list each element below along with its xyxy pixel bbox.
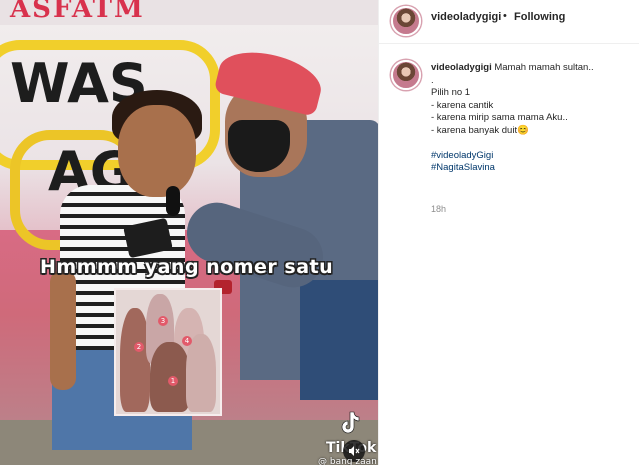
video-caption: Hmmmm yang nomer satu: [40, 256, 334, 278]
caption-line: - karena mirip sama mama Aku..: [431, 112, 568, 123]
post-timestamp[interactable]: 18h: [431, 204, 446, 214]
caption-first-line: videoladygigi Mamah mamah sultan..: [431, 62, 631, 75]
person-figure: [186, 334, 216, 412]
girl-face: [118, 105, 196, 197]
caption-username[interactable]: videoladygigi: [431, 62, 492, 73]
thumbnail-number: 2: [134, 342, 144, 352]
graffiti-top: ASFATM: [10, 0, 145, 24]
post-header: videoladygigi • Following: [379, 0, 639, 44]
following-button[interactable]: Following: [514, 11, 565, 23]
hashtag-link[interactable]: #videoladyGigi: [431, 150, 631, 163]
caption-line: - karena cantik: [431, 99, 494, 111]
girl-arm: [50, 270, 76, 390]
header-avatar[interactable]: [391, 6, 421, 36]
microphone: [166, 186, 180, 216]
thumbnail-number: 4: [182, 336, 192, 346]
caption-line: Pilih no 1: [431, 87, 471, 98]
speaker-muted-icon: [349, 446, 360, 456]
caption-line: - karena banyak duit😊: [431, 124, 529, 136]
photo-thumbnail: 1 2 3 4: [114, 288, 222, 416]
hashtag-link[interactable]: #NagitaSlavina: [431, 162, 631, 175]
header-username[interactable]: videoladygigi: [431, 11, 501, 23]
video-player[interactable]: ASFATM WAS AGU Hmmmm yang nomer satu 1 2…: [0, 0, 378, 465]
thumbnail-number: 3: [158, 316, 168, 326]
header-separator: •: [503, 10, 507, 22]
caption-avatar[interactable]: [391, 60, 421, 90]
man-shorts: [300, 280, 378, 400]
thumbnail-number: 1: [168, 376, 178, 386]
post-panel: videoladygigi • Following videoladygigi …: [378, 0, 639, 465]
tiktok-handle: @ bang zaan: [318, 457, 377, 465]
caption-line: .: [431, 74, 434, 86]
post-caption: videoladygigi Mamah mamah sultan.. . Pil…: [431, 62, 631, 175]
tiktok-logo-icon: [341, 411, 360, 434]
caption-text: Mamah mamah sultan..: [494, 62, 594, 73]
